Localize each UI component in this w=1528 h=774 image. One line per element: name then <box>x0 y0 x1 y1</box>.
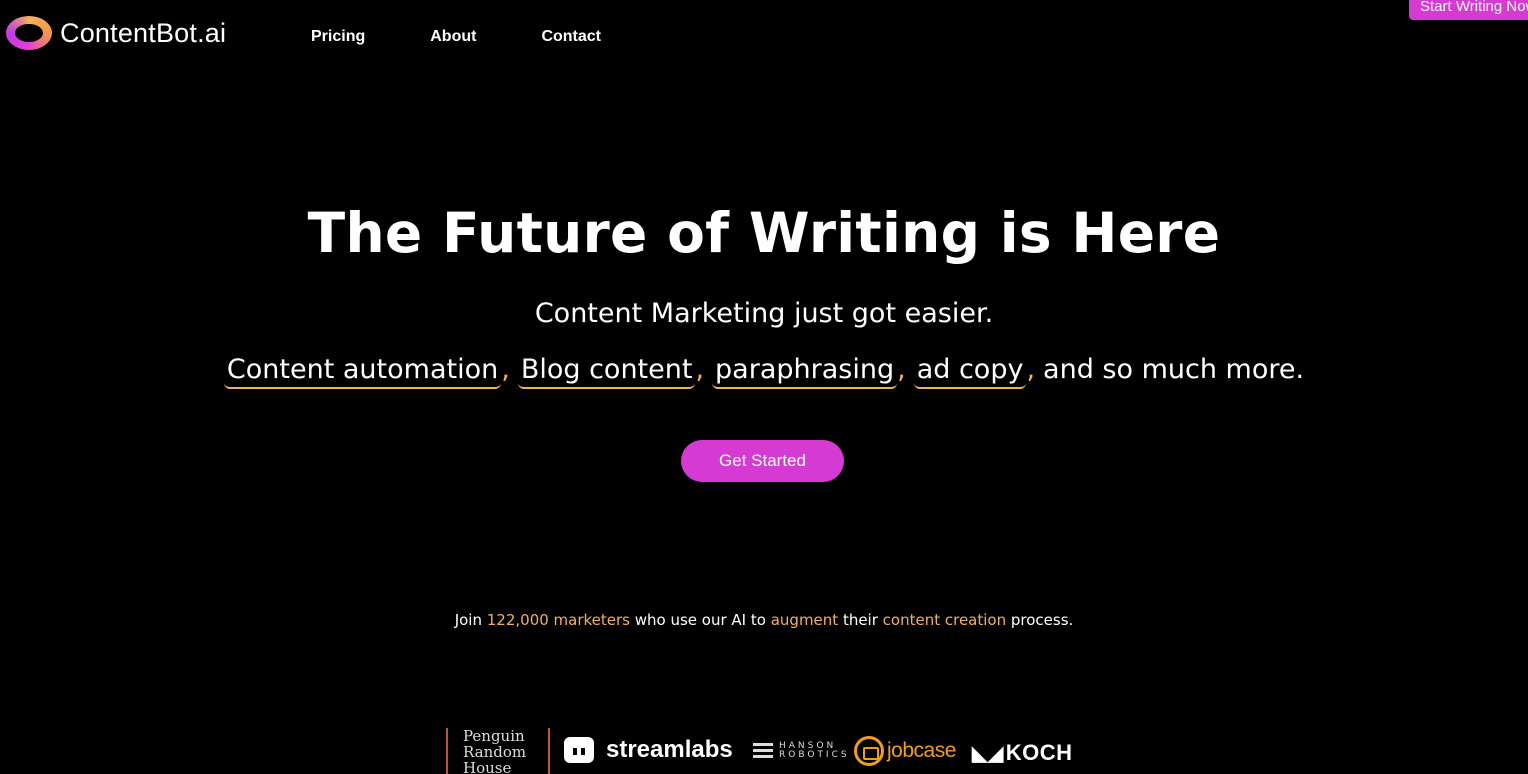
streamlabs-logo: streamlabs <box>564 736 733 764</box>
feature-suffix: and so much more. <box>1043 354 1305 385</box>
feature-paraphrasing: paraphrasing <box>712 354 898 389</box>
feature-content-automation: Content automation <box>223 354 502 389</box>
koch-k-icon: ◣◢ <box>972 743 1004 765</box>
nav-about[interactable]: About <box>430 28 476 46</box>
feature-ad-copy: ad copy <box>913 354 1027 389</box>
proof-text: their <box>838 611 883 629</box>
start-writing-button[interactable]: Start Writing Now <box>1409 0 1528 20</box>
logo-text: ROBOTICS <box>779 750 850 760</box>
hero-title: The Future of Writing is Here <box>307 201 1221 265</box>
feature-list: Content automation, Blog content, paraphra… <box>0 354 1528 389</box>
logo-text: House <box>463 759 512 774</box>
logo-text: jobcase <box>887 739 956 762</box>
brand-logo[interactable]: ContentBot.ai <box>6 16 226 50</box>
feature-blog-content: Blog content <box>517 354 696 389</box>
proof-highlight-marketers: 122,000 marketers <box>486 611 630 629</box>
hanson-icon <box>753 743 773 759</box>
logo-text: Random <box>463 743 527 761</box>
get-started-button[interactable]: Get Started <box>681 440 844 482</box>
proof-text: process. <box>1006 611 1074 629</box>
penguin-random-house-logo: Penguin Random House <box>446 728 550 774</box>
streamlabs-icon <box>564 737 594 763</box>
main-nav: Pricing About Contact <box>311 28 666 46</box>
logo-ring-icon <box>6 16 52 50</box>
hero-subtitle: Content Marketing just got easier. <box>534 298 994 329</box>
social-proof: Join 122,000 marketers who use our AI to… <box>0 611 1528 629</box>
proof-text: Join <box>454 611 487 629</box>
logo-text: HANSON ROBOTICS <box>779 742 850 760</box>
logo-text: KOCH <box>1005 740 1073 765</box>
logo-text: Penguin <box>463 727 525 745</box>
nav-pricing[interactable]: Pricing <box>311 28 365 46</box>
proof-highlight-augment: augment <box>770 611 839 629</box>
proof-text: who use our AI to <box>630 611 771 629</box>
nav-contact[interactable]: Contact <box>541 28 601 46</box>
jobcase-logo: jobcase <box>854 736 956 766</box>
koch-logo: ◣◢KOCH <box>972 740 1073 766</box>
proof-highlight-content-creation: content creation <box>882 611 1007 629</box>
brand-name: ContentBot.ai <box>60 17 227 48</box>
jobcase-icon <box>854 736 884 766</box>
logo-text: streamlabs <box>606 736 733 763</box>
hanson-robotics-logo: HANSON ROBOTICS <box>753 742 850 760</box>
